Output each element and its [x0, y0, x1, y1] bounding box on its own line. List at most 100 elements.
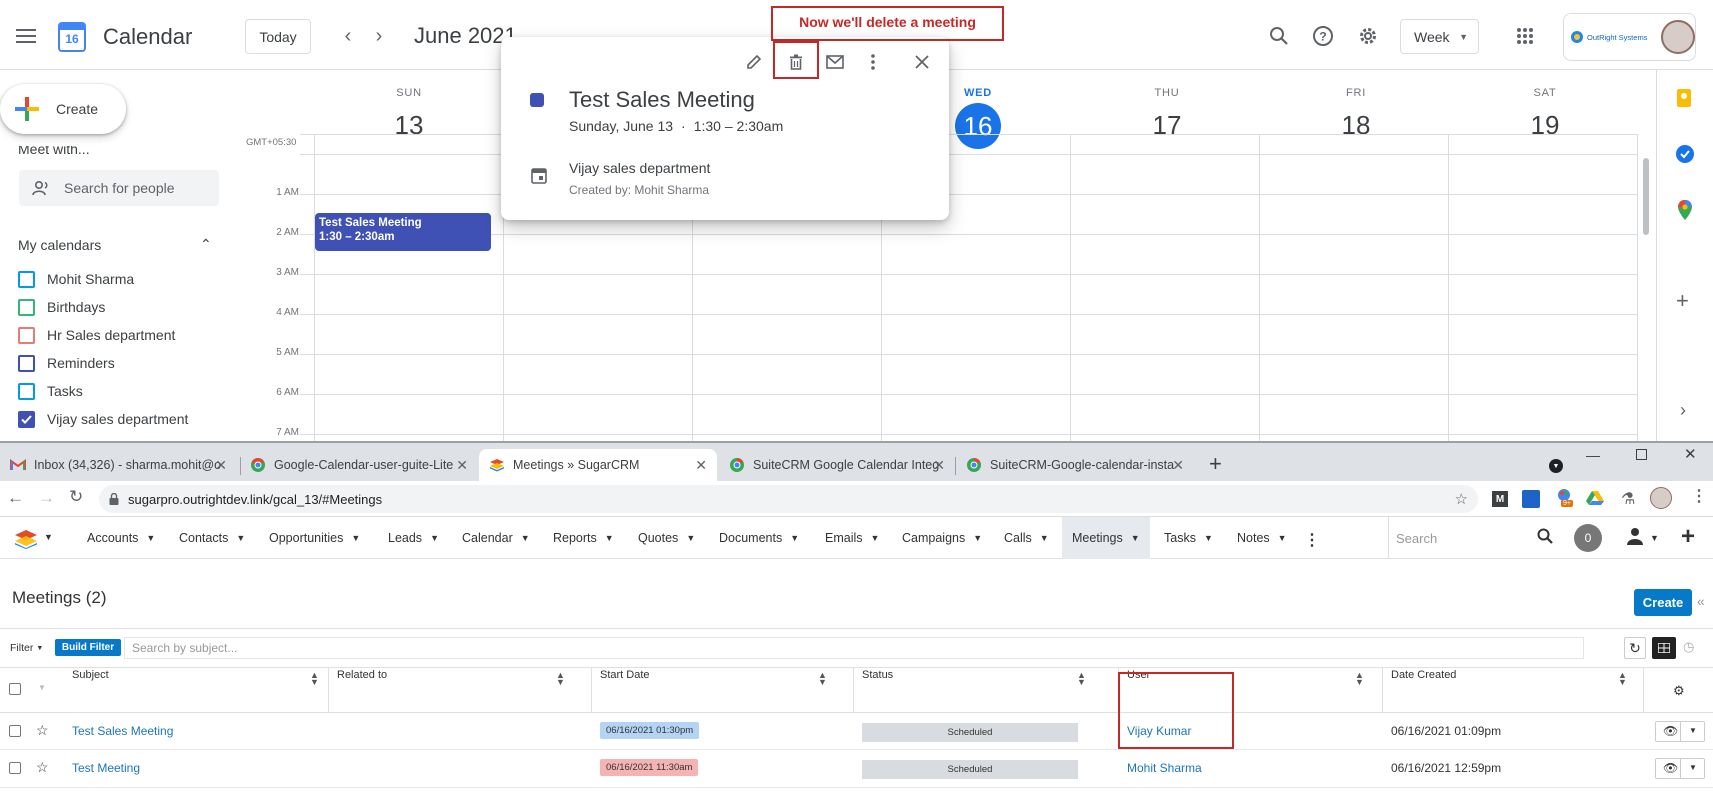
calendar-item[interactable]: Reminders: [18, 353, 115, 373]
nav-leads[interactable]: Leads ▼: [388, 517, 439, 559]
browser-tab[interactable]: Google-Calendar-user-guite-Lite ✕: [240, 449, 478, 481]
close-tab-icon[interactable]: ✕: [1172, 457, 1184, 474]
tab-search-icon[interactable]: ▼: [1549, 459, 1563, 473]
create-button[interactable]: Create: [1634, 589, 1692, 616]
calendar-checkbox[interactable]: [18, 270, 35, 288]
sort-arrows-icon[interactable]: ▲ ▼: [1355, 671, 1364, 687]
list-view-toggle-icon[interactable]: [1652, 637, 1676, 659]
nav-dropdown-icon[interactable]: ▼: [1278, 533, 1287, 543]
sugar-logo-dropdown-icon[interactable]: ▼: [44, 532, 53, 542]
nav-dropdown-icon[interactable]: ▼: [790, 533, 799, 543]
day-number-today[interactable]: 16: [955, 103, 1001, 149]
forward-arrow-icon[interactable]: →: [38, 488, 55, 508]
nav-tasks[interactable]: Tasks ▼: [1164, 517, 1213, 559]
nav-dropdown-icon[interactable]: ▼: [973, 533, 982, 543]
browser-tab[interactable]: SuiteCRM-Google-calendar-insta ✕: [956, 449, 1194, 481]
row-actions-dropdown-icon[interactable]: ▼: [1689, 763, 1697, 772]
notifications-badge[interactable]: 0: [1574, 524, 1602, 552]
help-icon[interactable]: ?: [1311, 24, 1335, 48]
search-icon[interactable]: [1267, 24, 1291, 48]
global-search-input[interactable]: Search: [1396, 531, 1437, 546]
nav-dropdown-icon[interactable]: ▼: [351, 533, 360, 543]
sort-arrows-icon[interactable]: ▲ ▼: [310, 671, 319, 687]
translate-extension-icon[interactable]: [1522, 490, 1540, 508]
preview-eye-icon[interactable]: 👁: [1663, 761, 1678, 775]
user-profile-icon[interactable]: [1627, 527, 1643, 545]
avatar[interactable]: [1661, 20, 1695, 54]
column-settings-gear-icon[interactable]: ⚙: [1673, 683, 1685, 699]
preview-eye-icon[interactable]: 👁: [1663, 724, 1678, 738]
browser-tab[interactable]: Inbox (34,326) - sharma.mohit@o ✕: [0, 449, 237, 481]
calendar-item[interactable]: Birthdays: [18, 297, 105, 317]
today-button[interactable]: Today: [245, 19, 311, 54]
nav-dropdown-icon[interactable]: ▼: [146, 533, 155, 543]
bookmark-star-icon[interactable]: ☆: [1455, 490, 1468, 508]
drive-extension-icon[interactable]: [1586, 490, 1604, 506]
close-tab-icon[interactable]: ✕: [456, 457, 468, 474]
calendar-item[interactable]: Vijay sales department: [18, 409, 188, 429]
meeting-subject-link[interactable]: Test Sales Meeting: [72, 724, 173, 738]
user-menu-dropdown-icon[interactable]: ▼: [1650, 533, 1659, 543]
calendar-checkbox[interactable]: [18, 410, 35, 428]
select-all-checkbox[interactable]: [9, 683, 21, 695]
nav-contacts[interactable]: Contacts ▼: [179, 517, 245, 559]
nav-dropdown-icon[interactable]: ▼: [871, 533, 880, 543]
nav-meetings[interactable]: Meetings ▼: [1062, 517, 1150, 559]
account-switcher[interactable]: OutRight Systems: [1563, 13, 1696, 61]
browser-tab-active[interactable]: Meetings » SugarCRM ✕: [479, 449, 717, 481]
refresh-list-icon[interactable]: ↻: [1624, 637, 1646, 659]
back-arrow-icon[interactable]: ←: [7, 488, 24, 508]
favorite-star-icon[interactable]: ☆: [36, 722, 49, 739]
nav-emails[interactable]: Emails ▼: [825, 517, 879, 559]
create-event-button[interactable]: Create: [0, 84, 126, 134]
view-selector[interactable]: Week ▼: [1400, 19, 1479, 54]
nav-dropdown-icon[interactable]: ▼: [1040, 533, 1049, 543]
quick-create-plus-icon[interactable]: +: [1681, 523, 1695, 551]
close-window-icon[interactable]: ✕: [1684, 445, 1697, 463]
nav-reports[interactable]: Reports ▼: [553, 517, 614, 559]
minimize-window-icon[interactable]: —: [1586, 447, 1600, 463]
day-number[interactable]: 17: [1117, 110, 1217, 141]
filter-dropdown[interactable]: Filter ▼: [10, 642, 43, 654]
close-icon[interactable]: [910, 50, 934, 74]
nav-accounts[interactable]: Accounts ▼: [87, 517, 155, 559]
calendar-checkbox[interactable]: [18, 382, 35, 400]
edit-pencil-icon[interactable]: [742, 50, 766, 74]
nav-quotes[interactable]: Quotes ▼: [638, 517, 695, 559]
sidebar-toggle-icon[interactable]: «: [1697, 593, 1705, 609]
browser-tab[interactable]: SuiteCRM Google Calendar Integ ✕: [719, 449, 955, 481]
maps-icon[interactable]: [1677, 199, 1693, 221]
row-checkbox[interactable]: [9, 725, 21, 737]
column-header[interactable]: Subject: [72, 669, 109, 681]
search-icon[interactable]: [1537, 528, 1553, 544]
calendar-item[interactable]: Mohit Sharma: [18, 269, 134, 289]
close-tab-icon[interactable]: ✕: [933, 457, 945, 474]
nav-dropdown-icon[interactable]: ▼: [430, 533, 439, 543]
expand-panel-icon[interactable]: ›: [1680, 400, 1686, 421]
sort-arrows-icon[interactable]: ▲ ▼: [1077, 671, 1086, 687]
calendar-checkbox[interactable]: [18, 326, 35, 344]
activity-stream-toggle-icon[interactable]: ◷: [1683, 639, 1694, 655]
more-options-icon[interactable]: [861, 50, 885, 74]
main-menu-icon[interactable]: [14, 24, 38, 48]
filter-search-input[interactable]: Search by subject...: [124, 637, 1584, 659]
apps-grid-icon[interactable]: [1513, 24, 1537, 48]
keep-icon[interactable]: [1676, 88, 1692, 108]
new-tab-plus-icon[interactable]: +: [1209, 451, 1222, 477]
more-modules-icon[interactable]: ⋮: [1304, 530, 1320, 550]
calendar-checkbox[interactable]: [18, 354, 35, 372]
prev-week-icon[interactable]: ‹: [336, 24, 360, 48]
day-number[interactable]: 19: [1495, 110, 1595, 141]
email-guests-icon[interactable]: [823, 50, 847, 74]
column-header[interactable]: Related to: [337, 669, 387, 681]
nav-dropdown-icon[interactable]: ▼: [605, 533, 614, 543]
collapse-my-calendars-icon[interactable]: ⌃: [200, 236, 212, 253]
add-addon-icon[interactable]: +: [1676, 288, 1689, 314]
reload-icon[interactable]: ↻: [69, 487, 83, 507]
settings-gear-icon[interactable]: [1356, 24, 1380, 48]
build-filter-button[interactable]: Build Filter: [55, 639, 121, 656]
nav-documents[interactable]: Documents ▼: [719, 517, 799, 559]
grid-scrollbar[interactable]: [1643, 158, 1649, 235]
column-header[interactable]: Date Created: [1391, 669, 1456, 681]
sort-arrows-icon[interactable]: ▲ ▼: [1618, 671, 1627, 687]
